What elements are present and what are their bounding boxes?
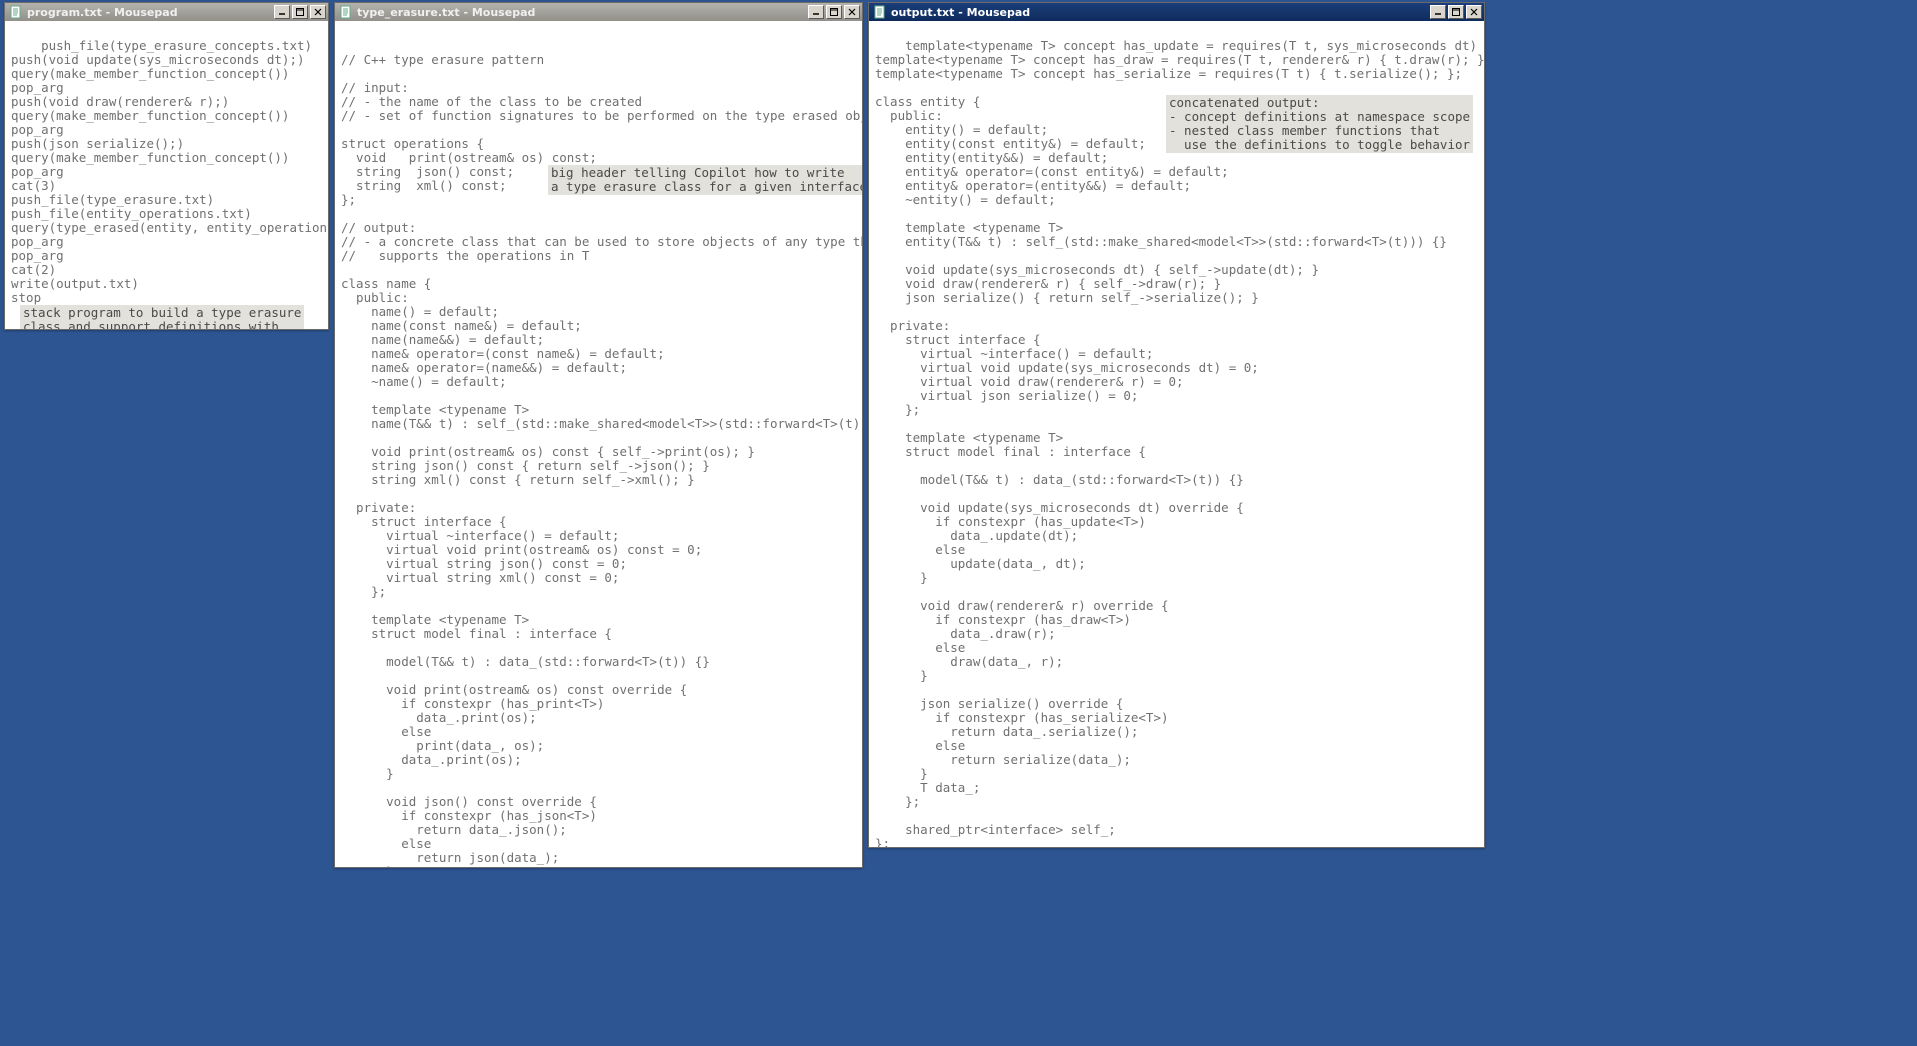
- editor-content-program[interactable]: push_file(type_erasure_concepts.txt) pus…: [5, 21, 328, 329]
- minimize-button[interactable]: [274, 5, 290, 19]
- close-button[interactable]: [1466, 5, 1482, 19]
- annotation-program: stack program to build a type erasure cl…: [20, 305, 304, 329]
- maximize-button[interactable]: [1448, 5, 1464, 19]
- maximize-button[interactable]: [826, 5, 842, 19]
- titlebar-output[interactable]: output.txt - Mousepad: [869, 3, 1484, 21]
- document-icon: [9, 5, 23, 19]
- text-content: template<typename T> concept has_update …: [875, 38, 1484, 847]
- title-text-output: output.txt - Mousepad: [891, 6, 1428, 19]
- window-program: program.txt - Mousepad push_file(type_er…: [4, 2, 329, 330]
- minimize-button[interactable]: [808, 5, 824, 19]
- minimize-button[interactable]: [1430, 5, 1446, 19]
- editor-content-output[interactable]: template<typename T> concept has_update …: [869, 21, 1484, 847]
- title-text-program: program.txt - Mousepad: [27, 6, 272, 19]
- document-icon: [873, 5, 887, 19]
- editor-content-type-erasure[interactable]: // C++ type erasure pattern // input: //…: [335, 21, 862, 867]
- window-controls: [1428, 5, 1482, 19]
- annotation-output: concatenated output: - concept definitio…: [1166, 95, 1473, 153]
- window-controls: [272, 5, 326, 19]
- window-type-erasure: type_erasure.txt - Mousepad // C++ type …: [334, 2, 863, 868]
- titlebar-program[interactable]: program.txt - Mousepad: [5, 3, 328, 21]
- titlebar-type-erasure[interactable]: type_erasure.txt - Mousepad: [335, 3, 862, 21]
- text-content: push_file(type_erasure_concepts.txt) pus…: [11, 38, 328, 305]
- window-controls: [806, 5, 860, 19]
- title-text-type-erasure: type_erasure.txt - Mousepad: [357, 6, 806, 19]
- window-output: output.txt - Mousepad template<typename …: [868, 2, 1485, 848]
- close-button[interactable]: [844, 5, 860, 19]
- annotation-type-erasure: big header telling Copilot how to write …: [548, 165, 862, 195]
- close-button[interactable]: [310, 5, 326, 19]
- maximize-button[interactable]: [292, 5, 308, 19]
- document-icon: [339, 5, 353, 19]
